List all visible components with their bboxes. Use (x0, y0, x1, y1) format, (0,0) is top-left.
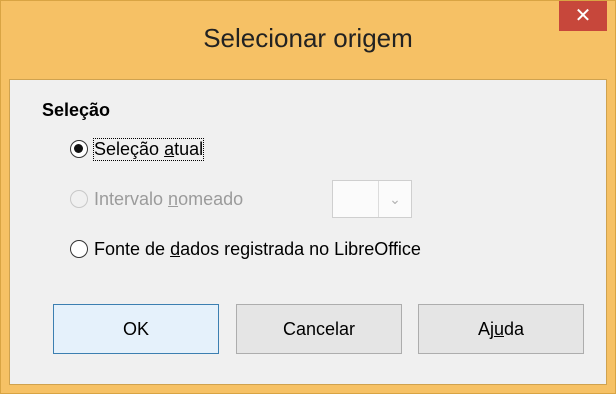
close-icon: ✕ (574, 5, 592, 27)
help-button[interactable]: Ajuda (418, 304, 584, 354)
radio-label-named-range: Intervalo nomeado (94, 188, 244, 209)
radio-label-current-selection: Seleção atual (92, 137, 205, 161)
radio-button-disabled (70, 190, 88, 208)
selection-group-label: Seleção (42, 100, 111, 120)
dialog-window: Selecionar origem ✕ Seleção Seleção atua… (0, 0, 616, 394)
radio-registered-data-source[interactable]: Fonte de dados registrada no LibreOffice (70, 236, 421, 262)
title-bar[interactable]: Selecionar origem ✕ (1, 1, 615, 79)
radio-button-unchecked[interactable] (70, 240, 88, 258)
dialog-body: Seleção Seleção atual Intervalo nomeado … (9, 79, 607, 385)
radio-label-registered-data-source: Fonte de dados registrada no LibreOffice (94, 238, 421, 259)
chevron-down-icon: ⌄ (378, 181, 411, 217)
ok-button[interactable]: OK (53, 304, 219, 354)
named-range-dropdown: ⌄ (332, 180, 412, 218)
close-button[interactable]: ✕ (559, 1, 607, 31)
dialog-title: Selecionar origem (203, 23, 413, 53)
radio-button-checked[interactable] (70, 140, 88, 158)
cancel-button[interactable]: Cancelar (236, 304, 402, 354)
radio-current-selection[interactable]: Seleção atual (70, 136, 205, 162)
radio-named-range: Intervalo nomeado (70, 186, 243, 212)
